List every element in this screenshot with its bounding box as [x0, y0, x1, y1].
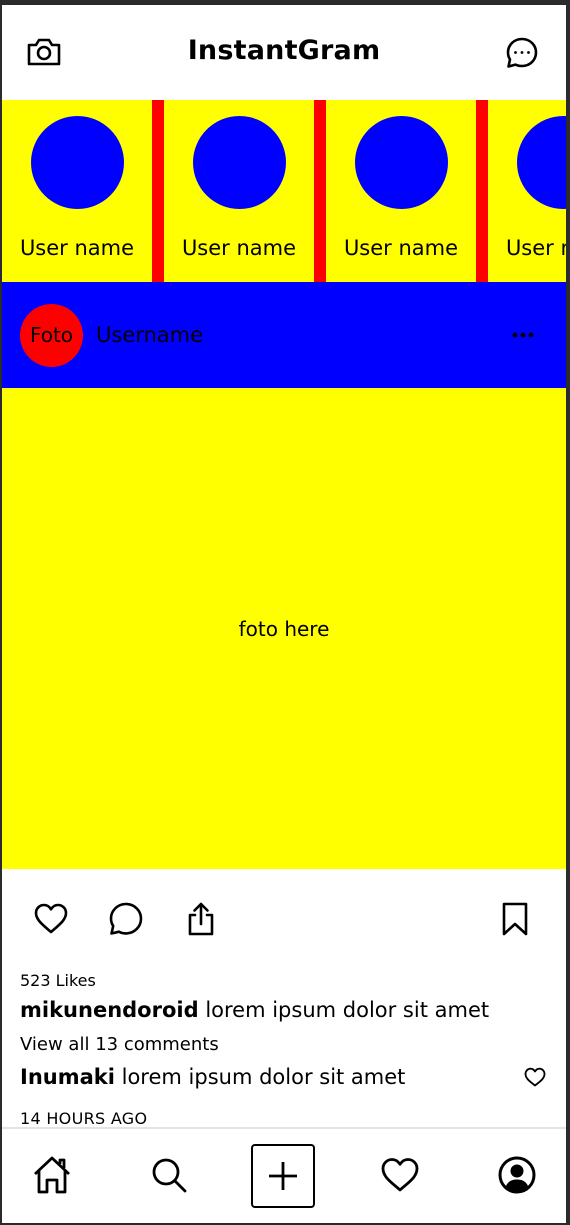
caption-username[interactable]: mikunendoroid: [20, 998, 199, 1022]
profile-icon[interactable]: [497, 1155, 537, 1195]
top-bar: InstantGram: [2, 5, 566, 100]
bottom-nav: [2, 1129, 566, 1223]
post-username[interactable]: Username: [96, 323, 203, 347]
more-horizontal-icon[interactable]: [510, 330, 536, 340]
story-item[interactable]: User name: [488, 100, 566, 282]
share-icon[interactable]: [183, 901, 219, 937]
post-timestamp: 14 HOURS AGO: [20, 1109, 148, 1128]
search-icon[interactable]: [149, 1155, 189, 1195]
caption-text: lorem ipsum dolor sit amet: [205, 998, 490, 1022]
post-photo[interactable]: foto here: [2, 388, 566, 869]
home-icon[interactable]: [32, 1155, 72, 1195]
story-item[interactable]: User name: [164, 100, 314, 282]
post-header: Foto Username: [2, 282, 566, 388]
comment: Inumaki lorem ipsum dolor sit amet: [20, 1065, 405, 1089]
photo-placeholder-text: foto here: [238, 617, 330, 641]
add-post-button[interactable]: [251, 1144, 315, 1208]
comment-like-icon[interactable]: [524, 1067, 546, 1087]
story-item[interactable]: User name: [2, 100, 152, 282]
like-heart-icon[interactable]: [33, 901, 69, 937]
story-avatar[interactable]: [31, 116, 124, 209]
message-bubble-icon[interactable]: [505, 36, 539, 70]
likes-count[interactable]: 523 Likes: [20, 971, 96, 990]
post-avatar[interactable]: Foto: [20, 304, 83, 367]
story-username: User name: [505, 236, 566, 260]
story-username: User name: [343, 236, 459, 260]
story-avatar[interactable]: [193, 116, 286, 209]
bookmark-icon[interactable]: [497, 901, 533, 937]
story-avatar[interactable]: [517, 116, 566, 209]
view-all-comments-link[interactable]: View all 13 comments: [20, 1034, 219, 1055]
stories-bar[interactable]: User name User name User name User name: [2, 100, 566, 282]
story-item[interactable]: User name: [326, 100, 476, 282]
post-caption: mikunendoroid lorem ipsum dolor sit amet: [20, 998, 489, 1022]
post-actions: [2, 869, 566, 969]
comment-text: lorem ipsum dolor sit amet: [121, 1065, 406, 1089]
story-username: User name: [19, 236, 135, 260]
plus-icon: [269, 1162, 297, 1190]
comment-bubble-icon[interactable]: [108, 901, 144, 937]
app-frame: InstantGram User name User name User nam…: [2, 5, 566, 1223]
story-avatar[interactable]: [355, 116, 448, 209]
app-title: InstantGram: [187, 35, 381, 66]
heart-icon[interactable]: [380, 1155, 420, 1195]
story-username: User name: [181, 236, 297, 260]
comment-username[interactable]: Inumaki: [20, 1065, 115, 1089]
